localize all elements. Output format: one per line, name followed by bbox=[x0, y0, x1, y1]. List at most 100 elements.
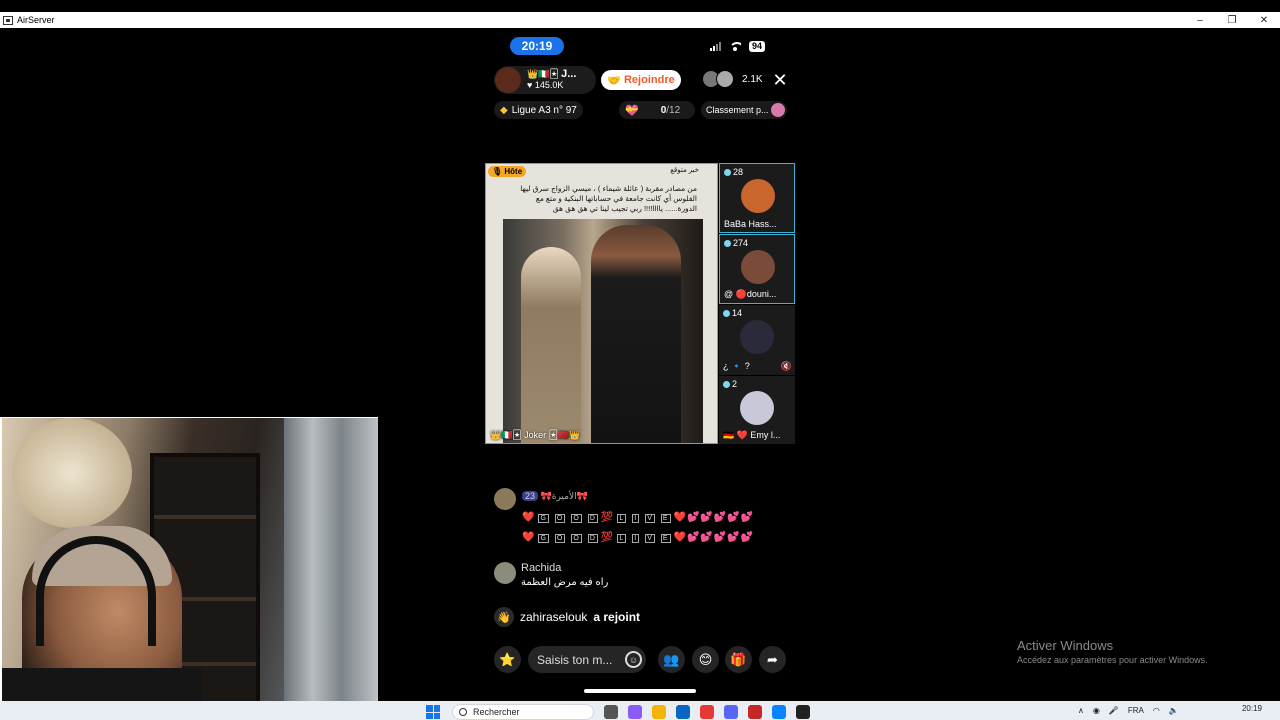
volume-icon[interactable]: 🔈 bbox=[1169, 706, 1179, 715]
chat-user-badge: 23 🎀الأميرة🎀 bbox=[522, 491, 588, 502]
host-tag-label: Hôte bbox=[504, 167, 523, 176]
ranking-label: Classement p... bbox=[706, 105, 769, 115]
bottom-bar: ⭐ Saisis ton m... ☺ 👥 😊 🎁 ➦ bbox=[494, 646, 788, 674]
search-icon bbox=[459, 708, 467, 716]
taskbar-search[interactable]: Rechercher bbox=[452, 704, 594, 720]
task-view-icon[interactable] bbox=[604, 705, 618, 719]
host-info: 👑🇮🇹🃏 J... ♥ 145.0K bbox=[527, 69, 576, 91]
gift-goal[interactable]: 💝 0/12 bbox=[619, 101, 695, 119]
host-badges: 👑🇮🇹🃏 bbox=[527, 69, 559, 79]
league-label: Ligue A3 n° 97 bbox=[511, 104, 577, 116]
star-icon[interactable]: ⭐ bbox=[494, 646, 521, 673]
comment-placeholder: Saisis ton m... bbox=[537, 652, 613, 667]
home-indicator[interactable] bbox=[584, 689, 696, 693]
maximize-button[interactable]: ❐ bbox=[1216, 12, 1248, 28]
guest-count: 274 bbox=[724, 238, 748, 248]
close-window-button[interactable]: ✕ bbox=[1248, 12, 1280, 28]
chat-username: Rachida bbox=[521, 562, 562, 574]
activation-watermark: Activer Windows Accédez aux paramètres p… bbox=[1017, 638, 1208, 665]
system-tray: ∧ ◉ 🎤 FRA ◠ 🔈 bbox=[1078, 706, 1179, 715]
edge-icon[interactable] bbox=[772, 705, 786, 719]
chrome-icon[interactable] bbox=[700, 705, 714, 719]
comment-input[interactable]: Saisis ton m... ☺ bbox=[528, 646, 646, 673]
ranking-badge[interactable]: Classement p... bbox=[701, 101, 787, 119]
host-video[interactable]: 🎙 Hôte خبر متوقع من مصادر مقربة ( عائلة … bbox=[485, 163, 718, 444]
guest-count: 28 bbox=[724, 167, 743, 177]
mic-muted-icon: 🔇 bbox=[780, 361, 792, 371]
search-placeholder: Rechercher bbox=[473, 707, 520, 717]
chat-avatar[interactable] bbox=[494, 488, 516, 510]
chat-text: ❤️ G O O D 💯 L I V E ❤️💕💕💕💕💕 bbox=[522, 512, 755, 523]
airserver-icon bbox=[3, 15, 13, 25]
mic-icon[interactable]: 🎤 bbox=[1109, 706, 1119, 715]
chat-text: ❤️ G O O D 💯 L I V E ❤️💕💕💕💕💕 bbox=[522, 532, 755, 543]
screen: AirServer – ❐ ✕ 20:19 94 👑🇮🇹🃏 J... ♥ 145… bbox=[0, 0, 1280, 720]
guest-tile-1[interactable]: 28 BaBa Hass... bbox=[719, 163, 795, 233]
guest-count: 14 bbox=[723, 308, 742, 318]
guest-avatar bbox=[740, 320, 774, 354]
chat-text: راه فيه مرض العظمة bbox=[521, 577, 609, 588]
signal-icon bbox=[710, 42, 721, 51]
language-indicator[interactable]: FRA bbox=[1128, 706, 1144, 715]
store-icon[interactable] bbox=[676, 705, 690, 719]
guests-icon[interactable]: 👥 bbox=[658, 646, 685, 673]
chat-username: 🎀الأميرة🎀 bbox=[540, 491, 588, 501]
effects-icon[interactable]: 😊 bbox=[692, 646, 719, 673]
guest-count: 2 bbox=[723, 379, 737, 389]
league-badge[interactable]: ◆ Ligue A3 n° 97 bbox=[494, 101, 583, 119]
windows-start-icon[interactable] bbox=[426, 705, 440, 719]
viewer-avatar bbox=[716, 70, 734, 88]
discord-icon[interactable] bbox=[724, 705, 738, 719]
level-badge: 23 bbox=[522, 491, 539, 501]
status-time: 20:19 bbox=[510, 37, 564, 55]
ranking-icon bbox=[771, 103, 785, 117]
join-button[interactable]: 🤝 Rejoindre bbox=[601, 70, 681, 90]
taskbar-clock[interactable]: 20:19 bbox=[1242, 704, 1262, 713]
guest-avatar bbox=[741, 179, 775, 213]
guest-tile-4[interactable]: 2 🇩🇪 ❤️ Emy l... bbox=[719, 376, 795, 444]
guest-tile-3[interactable]: 14 ¿ 🔹 ? 🔇 bbox=[719, 305, 795, 375]
wifi-icon bbox=[729, 42, 741, 51]
emoji-icon[interactable]: ☺ bbox=[625, 651, 642, 668]
host-avatar[interactable] bbox=[495, 67, 521, 93]
minimize-button[interactable]: – bbox=[1184, 12, 1216, 28]
guest-tile-2[interactable]: 274 @ 🔴douni... bbox=[719, 234, 795, 304]
host-likes: ♥ 145.0K bbox=[527, 80, 564, 90]
file-explorer-icon[interactable] bbox=[652, 705, 666, 719]
gift-goal-value: 0/12 bbox=[661, 105, 680, 116]
host-profile[interactable]: 👑🇮🇹🃏 J... ♥ 145.0K bbox=[494, 66, 596, 94]
wifi-tray-icon[interactable]: ◠ bbox=[1153, 706, 1160, 715]
host-name: J... bbox=[561, 68, 577, 80]
host-tag: 🎙 Hôte bbox=[488, 166, 527, 177]
taskbar-apps bbox=[604, 705, 810, 719]
airserver-taskbar-icon[interactable] bbox=[796, 705, 810, 719]
guest-name: @ 🔴douni... bbox=[724, 289, 777, 299]
window-title: AirServer bbox=[17, 15, 55, 25]
joined-user: zahiraselouk bbox=[520, 610, 588, 624]
headset bbox=[36, 536, 156, 646]
share-icon[interactable]: ➦ bbox=[759, 646, 786, 673]
gift-goal-icon: 💝 bbox=[625, 104, 639, 117]
diamond-icon: ◆ bbox=[500, 104, 508, 116]
app-icon[interactable] bbox=[748, 705, 762, 719]
guest-avatar bbox=[741, 250, 775, 284]
woman-figure bbox=[521, 247, 581, 443]
chat-avatar[interactable] bbox=[494, 562, 516, 584]
copilot-icon[interactable] bbox=[628, 705, 642, 719]
guest-name: BaBa Hass... bbox=[724, 219, 777, 229]
news-text: من مصادر مقربة ( عائلة شيماء ) ، ميسي ال… bbox=[520, 184, 697, 213]
door bbox=[284, 418, 378, 720]
couple-photo bbox=[503, 219, 703, 443]
viewer-count: 2.1K bbox=[742, 73, 763, 85]
guest-avatar bbox=[740, 391, 774, 425]
network-icon[interactable]: ◉ bbox=[1093, 706, 1100, 715]
join-icon: 🤝 bbox=[607, 74, 621, 87]
battery-indicator: 94 bbox=[749, 41, 766, 52]
window-titlebar: AirServer – ❐ ✕ bbox=[0, 12, 1280, 28]
join-label: Rejoindre bbox=[623, 74, 675, 86]
chevron-up-icon[interactable]: ∧ bbox=[1078, 706, 1084, 715]
gift-icon[interactable]: 🎁 bbox=[725, 646, 752, 673]
close-live-button[interactable]: ✕ bbox=[771, 71, 789, 89]
host-video-name: 👑🇮🇹🃏 Joker 🃏🇲🇦👑 bbox=[490, 430, 581, 440]
viewers-list[interactable]: 2.1K bbox=[702, 70, 763, 88]
